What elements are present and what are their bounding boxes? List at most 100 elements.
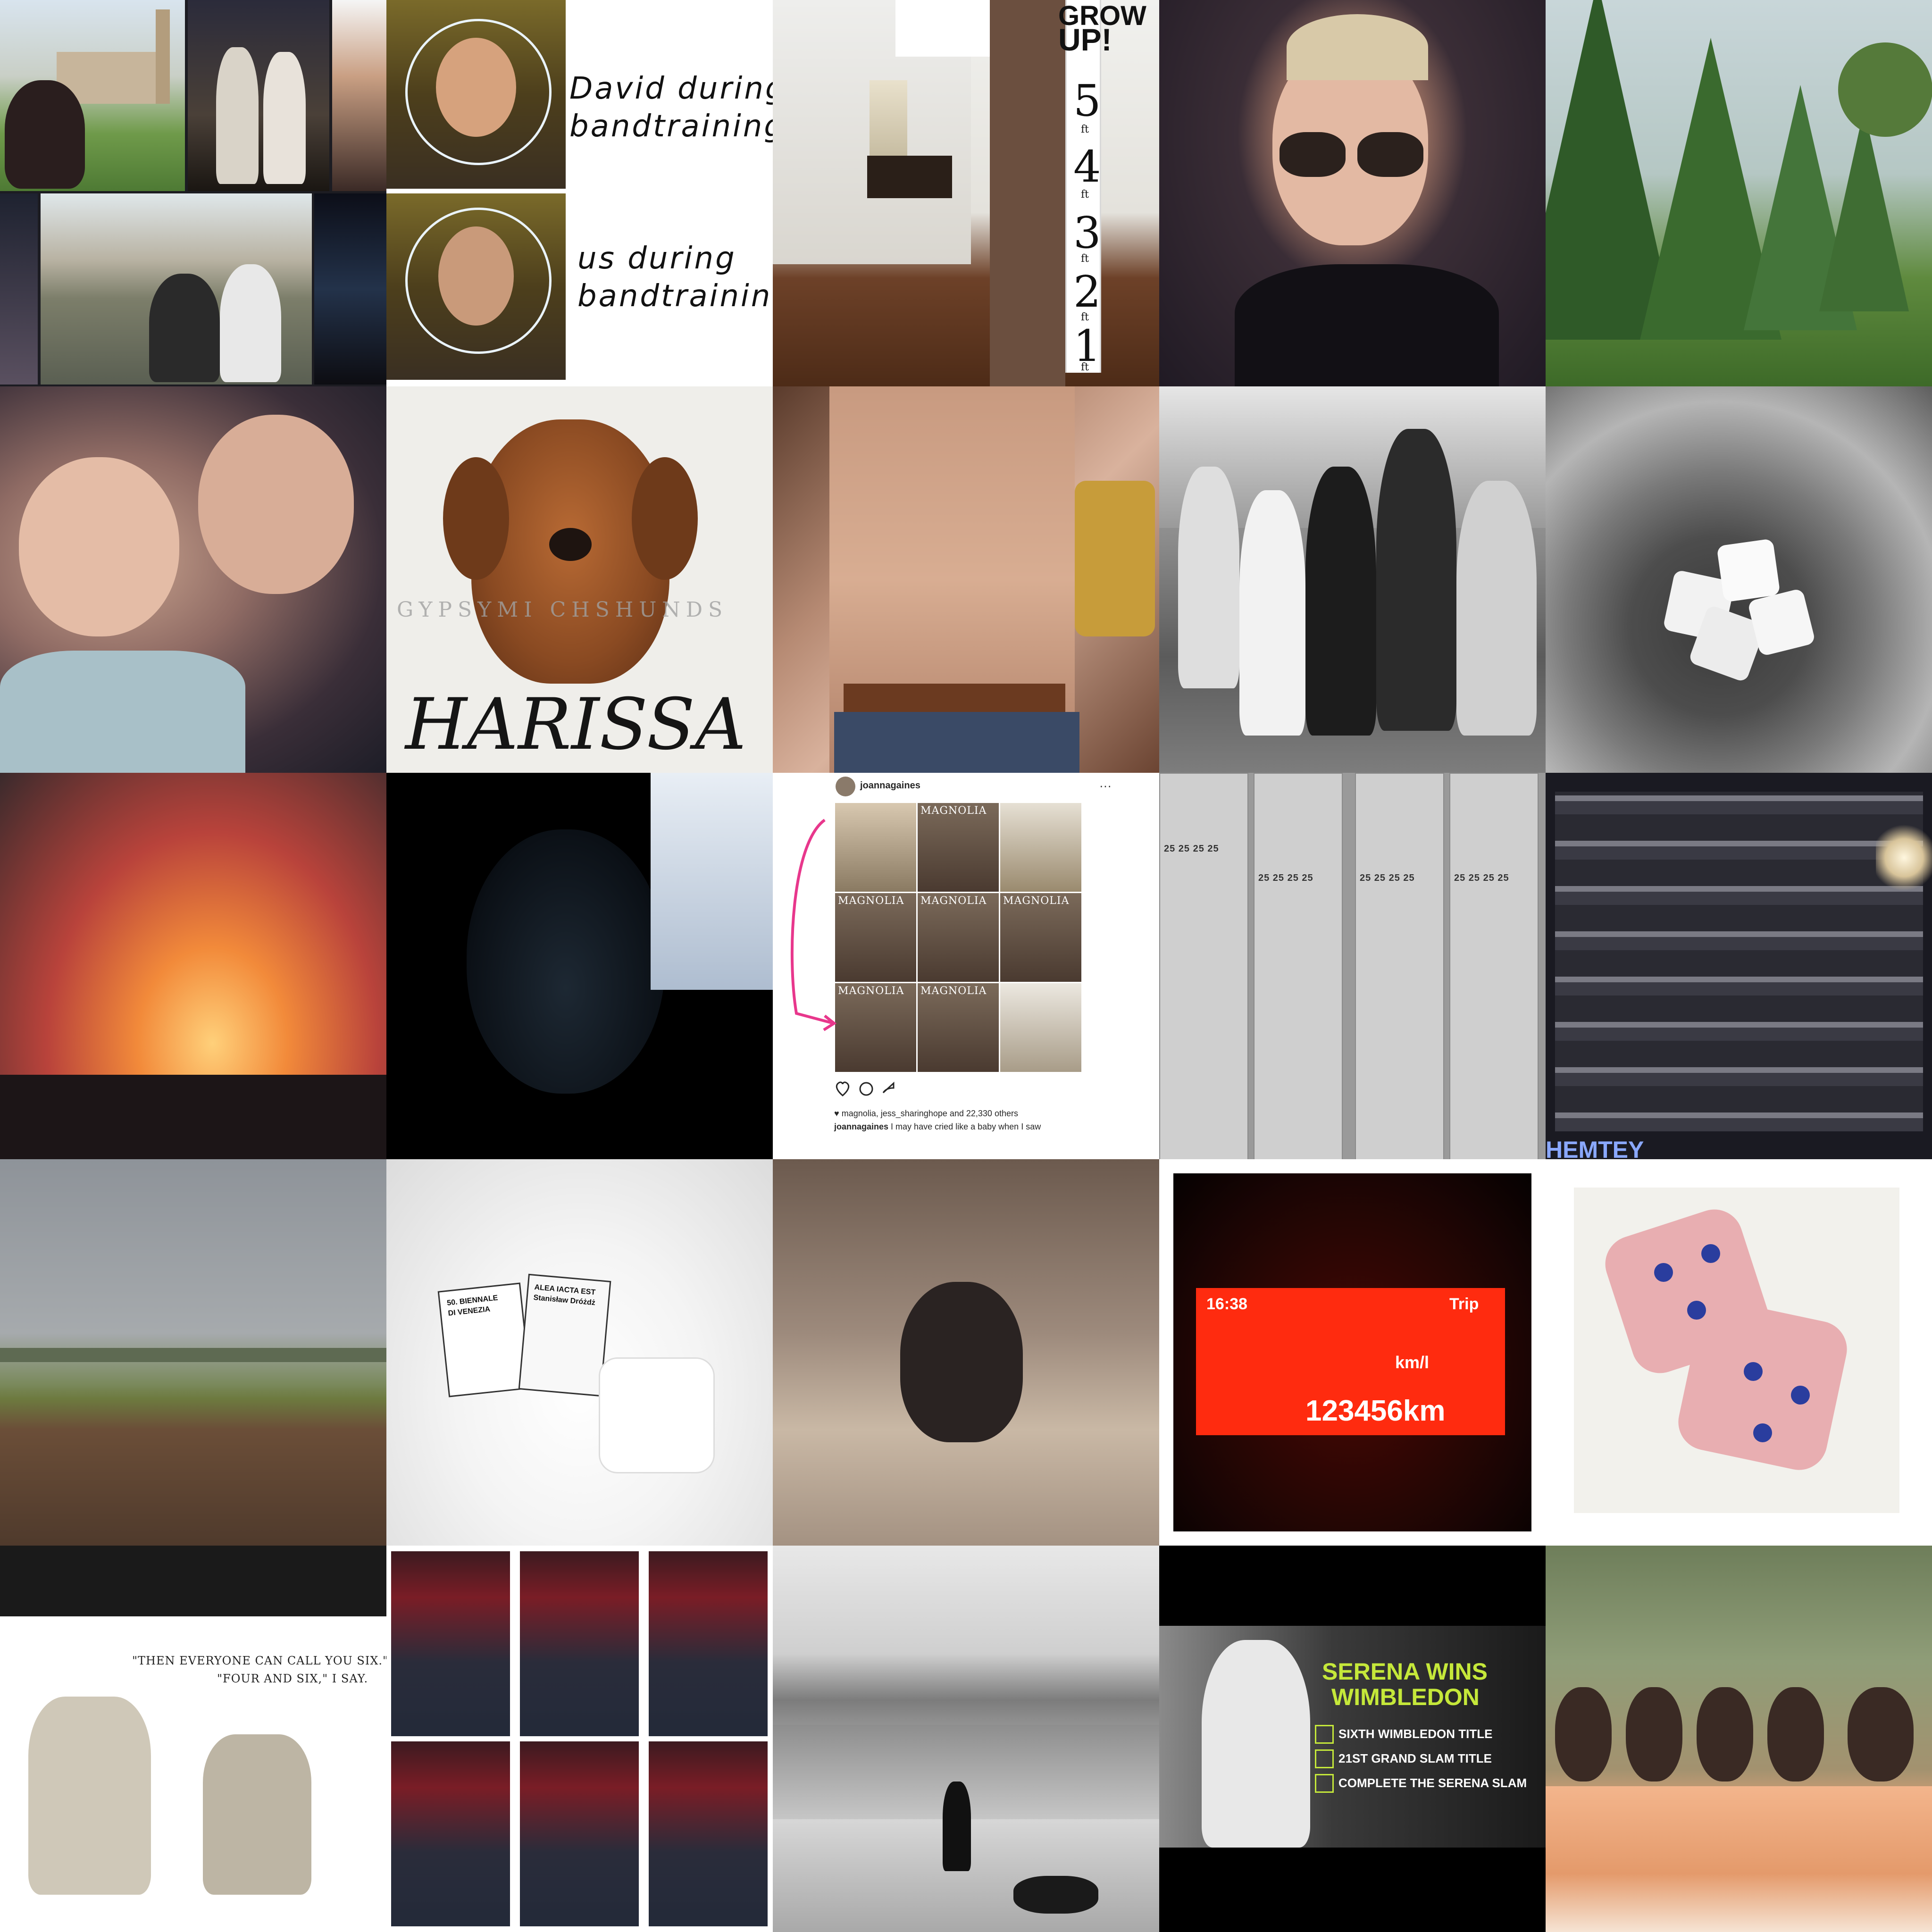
tile-facade-night[interactable]: HEMTEY xyxy=(1546,773,1932,1159)
caption-username[interactable]: joannagaines xyxy=(834,1122,888,1131)
tile-dark-portrait[interactable] xyxy=(386,773,773,1159)
tile-trees[interactable] xyxy=(1546,0,1932,386)
likes-line: ♥ magnolia, jess_sharinghope and 22,330 … xyxy=(834,1109,1018,1118)
headline-1: SERENA WINS xyxy=(1322,1658,1488,1685)
child-face xyxy=(19,457,179,636)
post-username[interactable]: joannagaines xyxy=(860,780,920,791)
grid-photo-1 xyxy=(834,802,917,893)
pip xyxy=(1701,1244,1720,1263)
tile-grow-up-ruler[interactable]: GROW UP! 5 ft 4 ft 3 ft 2 ft 1 ft xyxy=(773,0,1159,386)
belt xyxy=(844,684,1065,712)
baby-photo-1 xyxy=(391,1551,510,1736)
avatar[interactable] xyxy=(836,777,855,796)
tile-serena[interactable]: SERENA WINS WIMBLEDON SIXTH WIMBLEDON TI… xyxy=(1159,1546,1546,1932)
item-1: SIXTH WIMBLEDON TITLE xyxy=(1338,1727,1493,1741)
tile-drawing[interactable]: "THEN EVERYONE CAN CALL YOU SIX." "FOUR … xyxy=(0,1546,386,1932)
grid-photo-5: MAGNOLIA xyxy=(917,892,1000,983)
pip xyxy=(1753,1423,1772,1442)
sunglasses-right-lens xyxy=(1357,132,1423,177)
kid-3 xyxy=(1697,1687,1753,1781)
sketch-figure-1 xyxy=(28,1697,151,1895)
selfies-strip xyxy=(332,0,386,191)
pip xyxy=(1744,1362,1763,1381)
item-2: 21ST GRAND SLAM TITLE xyxy=(1338,1751,1492,1765)
tile-sunglasses-selfie[interactable] xyxy=(1159,0,1546,386)
player-figure xyxy=(1202,1640,1310,1848)
panel-label: 25 25 25 25 xyxy=(1164,844,1219,854)
tile-odometer[interactable]: 16:38 Trip km/l 123456km xyxy=(1159,1159,1546,1546)
london-photo xyxy=(0,0,185,191)
caption-3: us during xyxy=(577,241,736,276)
ruler-mark-5: 5 xyxy=(1073,75,1101,126)
headline-2: WIMBLEDON xyxy=(1331,1684,1480,1710)
ruler-unit-1: ft xyxy=(1081,361,1089,373)
dark-top xyxy=(1235,264,1499,386)
puppy-ear-left xyxy=(443,457,509,580)
kid-1 xyxy=(1555,1687,1612,1781)
tile-instagram-post[interactable]: joannagaines ··· MAGNOLIA MAGNOLIA MAGNO… xyxy=(773,773,1159,1159)
tile-band-training[interactable]: David during bandtraining us during band… xyxy=(386,0,773,386)
grid-photo-8: MAGNOLIA xyxy=(917,982,1000,1073)
crowd xyxy=(0,1075,386,1159)
tile-family-bw[interactable] xyxy=(1159,386,1546,773)
quote-line-1: "THEN EVERYONE CAN CALL YOU SIX." xyxy=(132,1654,386,1667)
tile-pink-dice[interactable] xyxy=(1546,1159,1932,1546)
more-options-icon[interactable]: ··· xyxy=(1099,778,1112,793)
pink-die-2 xyxy=(1673,1296,1852,1475)
tile-facade-daytime[interactable]: 25 25 25 25 25 25 25 25 25 25 25 25 25 2… xyxy=(1159,773,1546,1159)
kid-2 xyxy=(1626,1687,1682,1781)
panel-label: 25 25 25 25 xyxy=(1454,873,1509,883)
window-light xyxy=(651,773,773,990)
hair xyxy=(1287,14,1428,80)
ruler-title-2: UP! xyxy=(1058,22,1112,57)
caption-text: I may have cried like a baby when I saw xyxy=(891,1122,1041,1131)
tile-lake-bw[interactable] xyxy=(773,1546,1159,1932)
person-silhouette xyxy=(5,80,85,189)
magazine-title: MAGNOLIA xyxy=(920,985,987,997)
grid-photo-4: MAGNOLIA xyxy=(834,892,917,983)
tile-group-kids[interactable] xyxy=(1546,1546,1932,1932)
person-1 xyxy=(1178,467,1239,688)
tile-field[interactable] xyxy=(0,1159,386,1546)
photo-grid: David during bandtraining us during band… xyxy=(0,0,1932,1932)
staircase xyxy=(990,0,1065,386)
growth-ruler: GROW UP! 5 ft 4 ft 3 ft 2 ft 1 ft xyxy=(1058,0,1146,373)
baby-photo-4 xyxy=(391,1741,510,1926)
share-icon xyxy=(882,1081,895,1094)
paper-box-left: 50. BIENNALE DI VENEZIA xyxy=(437,1282,532,1397)
tile-puppy[interactable]: GYPSYMI CHSHUNDS HARISSA xyxy=(386,386,773,773)
check-icon xyxy=(1315,1774,1334,1793)
economy-unit: km/l xyxy=(1395,1353,1430,1372)
night-strip xyxy=(0,193,38,385)
balcony-ledge xyxy=(1546,1786,1932,1932)
likes-text: magnolia, jess_sharinghope and 22,330 ot… xyxy=(841,1109,1018,1118)
grid-photo-9 xyxy=(999,982,1082,1073)
cat xyxy=(900,1282,1023,1442)
console-table xyxy=(867,156,952,198)
facade-column-3: 25 25 25 25 xyxy=(1355,773,1444,1159)
box-text-1: 50. BIENNALE xyxy=(446,1294,499,1307)
trip-label: Trip xyxy=(1449,1295,1479,1313)
dog-silhouette xyxy=(1013,1876,1098,1914)
tile-concert-fire[interactable] xyxy=(0,773,386,1159)
tile-cat[interactable] xyxy=(773,1159,1159,1546)
ruler-mark-3: 3 xyxy=(1073,208,1101,258)
ruler-mark-4: 4 xyxy=(1073,142,1101,192)
light-glare xyxy=(1876,820,1932,895)
note-circle xyxy=(405,19,552,165)
magazine-title: MAGNOLIA xyxy=(838,895,904,907)
tile-travel-collage[interactable] xyxy=(0,0,386,386)
child-shirt xyxy=(0,651,245,773)
panel-label: 25 25 25 25 xyxy=(1258,873,1313,883)
us-photo xyxy=(386,193,566,380)
grid-photo-6: MAGNOLIA xyxy=(999,892,1082,983)
tile-dice-cup[interactable] xyxy=(1546,386,1932,773)
pip xyxy=(1791,1386,1810,1405)
shadowed-face xyxy=(467,829,665,1094)
tile-shirtless-mirror-selfie[interactable] xyxy=(773,386,1159,773)
magazine-title: MAGNOLIA xyxy=(838,985,904,997)
tile-biennale-die[interactable]: 50. BIENNALE DI VENEZIA ALEA IACTA EST S… xyxy=(386,1159,773,1546)
tile-mother-child[interactable] xyxy=(0,386,386,773)
sign-text: HEMTEY xyxy=(1546,1137,1644,1159)
tile-baby-collage[interactable] xyxy=(386,1546,773,1932)
